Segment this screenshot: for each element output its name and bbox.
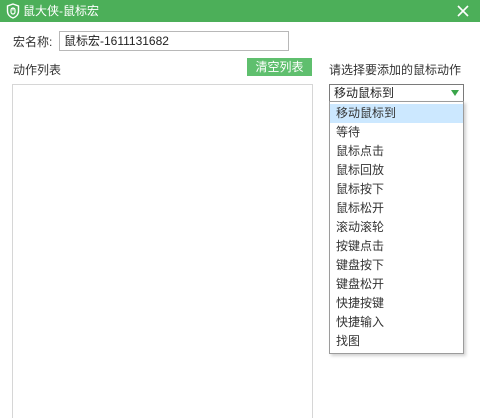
mouse-shield-icon	[6, 3, 20, 19]
clear-list-button[interactable]: 清空列表	[247, 58, 312, 76]
menu-item-mouse-up[interactable]: 鼠标松开	[330, 199, 463, 218]
menu-item-key-down[interactable]: 键盘按下	[330, 256, 463, 275]
menu-item-quick-input[interactable]: 快捷输入	[330, 313, 463, 332]
menu-item-mouse-replay[interactable]: 鼠标回放	[330, 161, 463, 180]
menu-item-hotkey[interactable]: 快捷按键	[330, 294, 463, 313]
selected-action: 移动鼠标到	[334, 86, 395, 100]
macro-name-input[interactable]: 鼠标宏-1611131682	[59, 31, 289, 51]
action-dropdown-menu: 移动鼠标到 等待 鼠标点击 鼠标回放 鼠标按下 鼠标松开 滚动滚轮 按键点击 键…	[329, 101, 464, 354]
menu-item-key-up[interactable]: 键盘松开	[330, 275, 463, 294]
chevron-down-icon[interactable]	[450, 88, 460, 98]
action-picker-prompt: 请选择要添加的鼠标动作	[329, 63, 462, 77]
action-type-select[interactable]: 移动鼠标到	[329, 84, 464, 102]
menu-item-mouse-click[interactable]: 鼠标点击	[330, 142, 463, 161]
window-title: 鼠大侠-鼠标宏	[23, 4, 99, 18]
menu-item-key-click[interactable]: 按键点击	[330, 237, 463, 256]
menu-item-move-mouse[interactable]: 移动鼠标到	[330, 104, 463, 123]
menu-item-wait[interactable]: 等待	[330, 123, 463, 142]
close-icon[interactable]	[454, 2, 472, 20]
macro-name-label: 宏名称:	[13, 35, 53, 49]
action-list[interactable]	[12, 84, 313, 418]
action-list-label: 动作列表	[13, 63, 62, 77]
menu-item-scroll-wheel[interactable]: 滚动滚轮	[330, 218, 463, 237]
title-bar: 鼠大侠-鼠标宏	[0, 0, 480, 22]
menu-item-mouse-down[interactable]: 鼠标按下	[330, 180, 463, 199]
menu-item-find-image[interactable]: 找图	[330, 332, 463, 351]
